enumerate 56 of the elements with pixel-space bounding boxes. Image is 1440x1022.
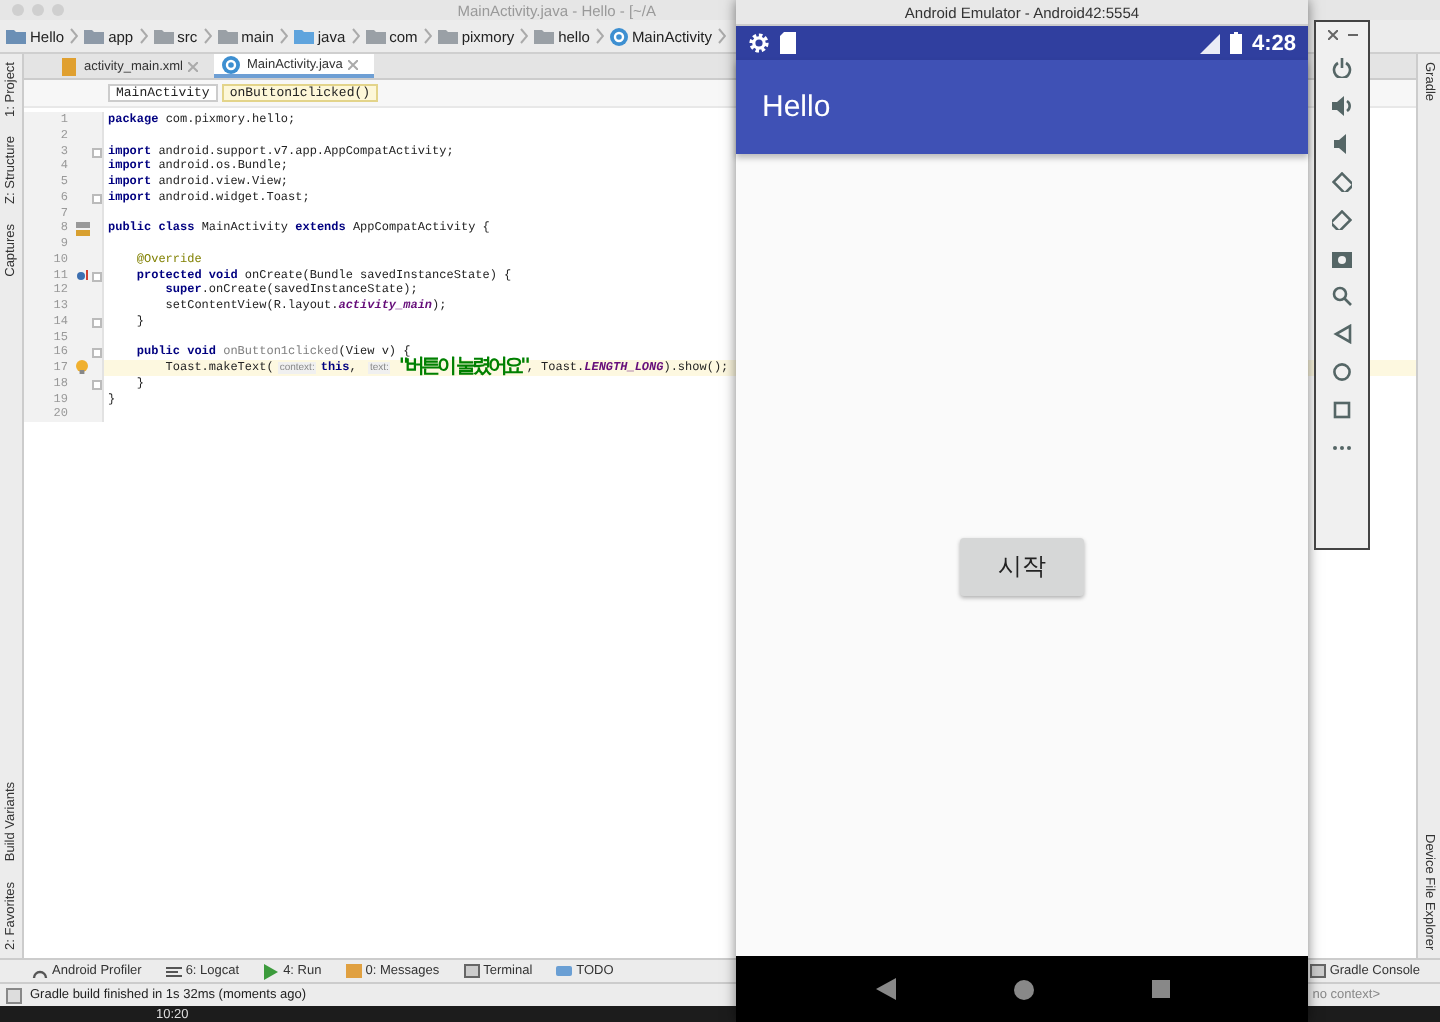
panel-toggle-icon[interactable] — [6, 987, 22, 1003]
battery-icon — [1229, 32, 1242, 54]
messages-icon — [345, 964, 362, 978]
fold-marker[interactable] — [92, 147, 102, 157]
folder-icon — [6, 28, 26, 44]
folder-icon — [437, 28, 458, 44]
chevron-icon — [203, 28, 212, 44]
folder-icon — [534, 28, 555, 44]
chevron-icon — [139, 28, 148, 44]
gauge-icon — [32, 965, 48, 977]
folder-icon — [365, 28, 386, 44]
camera-icon[interactable] — [1332, 248, 1352, 268]
chevron-icon — [717, 28, 726, 44]
start-button[interactable]: 시작 — [960, 538, 1084, 596]
fold-marker[interactable] — [92, 193, 102, 204]
overview-icon[interactable] — [1332, 400, 1352, 420]
todo-icon — [556, 964, 573, 978]
sd-card-icon — [780, 32, 796, 54]
home-icon[interactable] — [1013, 979, 1033, 999]
file-icon — [60, 57, 78, 75]
settings-icon — [748, 32, 770, 54]
folder-icon — [293, 28, 314, 44]
fold-marker[interactable] — [92, 348, 102, 359]
home-icon[interactable] — [1332, 362, 1352, 382]
chevron-icon — [351, 28, 360, 44]
chevron-icon — [595, 28, 604, 44]
override-icon — [76, 267, 90, 282]
close-icon[interactable] — [1327, 30, 1337, 40]
rotate-left-icon[interactable] — [1332, 172, 1352, 192]
rotate-right-icon[interactable] — [1332, 210, 1352, 230]
class-icon — [222, 55, 241, 73]
volume-up-icon[interactable] — [1332, 96, 1352, 116]
fold-marker[interactable] — [92, 317, 102, 328]
overview-icon[interactable] — [1151, 980, 1169, 998]
back-icon[interactable] — [1332, 324, 1352, 344]
chevron-icon — [520, 28, 529, 44]
chevron-icon — [70, 28, 79, 44]
chevron-icon — [279, 28, 288, 44]
list-icon — [165, 965, 182, 977]
folder-icon — [153, 28, 174, 44]
bulb-icon[interactable] — [76, 360, 88, 375]
folder-icon — [84, 28, 105, 44]
back-icon[interactable] — [875, 978, 895, 1000]
volume-down-icon[interactable] — [1332, 134, 1352, 154]
zoom-icon[interactable] — [1332, 286, 1352, 306]
run-icon — [263, 963, 280, 979]
fold-marker[interactable] — [92, 379, 102, 390]
class-marker-icon — [76, 221, 90, 236]
class-icon — [609, 27, 628, 45]
power-icon[interactable] — [1332, 58, 1352, 78]
minimize-icon[interactable] — [1347, 30, 1357, 40]
status-time: 4:28 — [1251, 31, 1296, 55]
app-title: Hello — [762, 90, 831, 124]
fold-marker[interactable] — [92, 271, 102, 281]
chevron-icon — [423, 28, 432, 44]
folder-icon — [217, 28, 238, 44]
